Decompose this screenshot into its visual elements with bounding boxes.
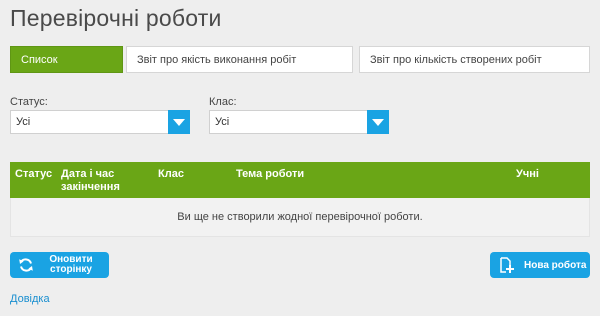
tab-quality-report[interactable]: Звіт про якість виконання робіт xyxy=(126,46,353,73)
column-header-class[interactable]: Клас xyxy=(158,168,184,181)
page-title: Перевірочні роботи xyxy=(10,5,222,31)
refresh-button-label: Оновити сторінку xyxy=(49,254,93,275)
column-header-status[interactable]: Статус xyxy=(15,168,52,181)
class-select[interactable]: Усі xyxy=(209,110,389,134)
column-header-students: Учні xyxy=(516,168,539,180)
table-header: Статус Дата і час закінчення Клас Тема р… xyxy=(10,162,590,198)
new-work-button[interactable]: Нова робота xyxy=(490,252,590,278)
status-select-value: Усі xyxy=(16,116,31,128)
refresh-icon xyxy=(19,258,33,272)
empty-table-message: Ви ще не створили жодної перевірочної ро… xyxy=(10,198,590,237)
column-header-topic[interactable]: Тема роботи xyxy=(236,168,304,181)
add-document-icon xyxy=(500,257,514,273)
class-select-value: Усі xyxy=(215,116,230,128)
refresh-page-button[interactable]: Оновити сторінку xyxy=(10,252,109,278)
class-filter-label: Клас: xyxy=(209,96,237,108)
chevron-down-icon[interactable] xyxy=(168,110,190,134)
new-work-button-label: Нова робота xyxy=(524,260,587,271)
status-filter-label: Статус: xyxy=(10,96,48,108)
help-link[interactable]: Довідка xyxy=(10,293,50,305)
tab-list[interactable]: Список xyxy=(10,46,123,73)
tab-count-report[interactable]: Звіт про кількість створених робіт xyxy=(359,46,590,73)
status-select[interactable]: Усі xyxy=(10,110,190,134)
chevron-down-icon[interactable] xyxy=(367,110,389,134)
column-header-end-date[interactable]: Дата і час закінчення xyxy=(61,168,141,194)
